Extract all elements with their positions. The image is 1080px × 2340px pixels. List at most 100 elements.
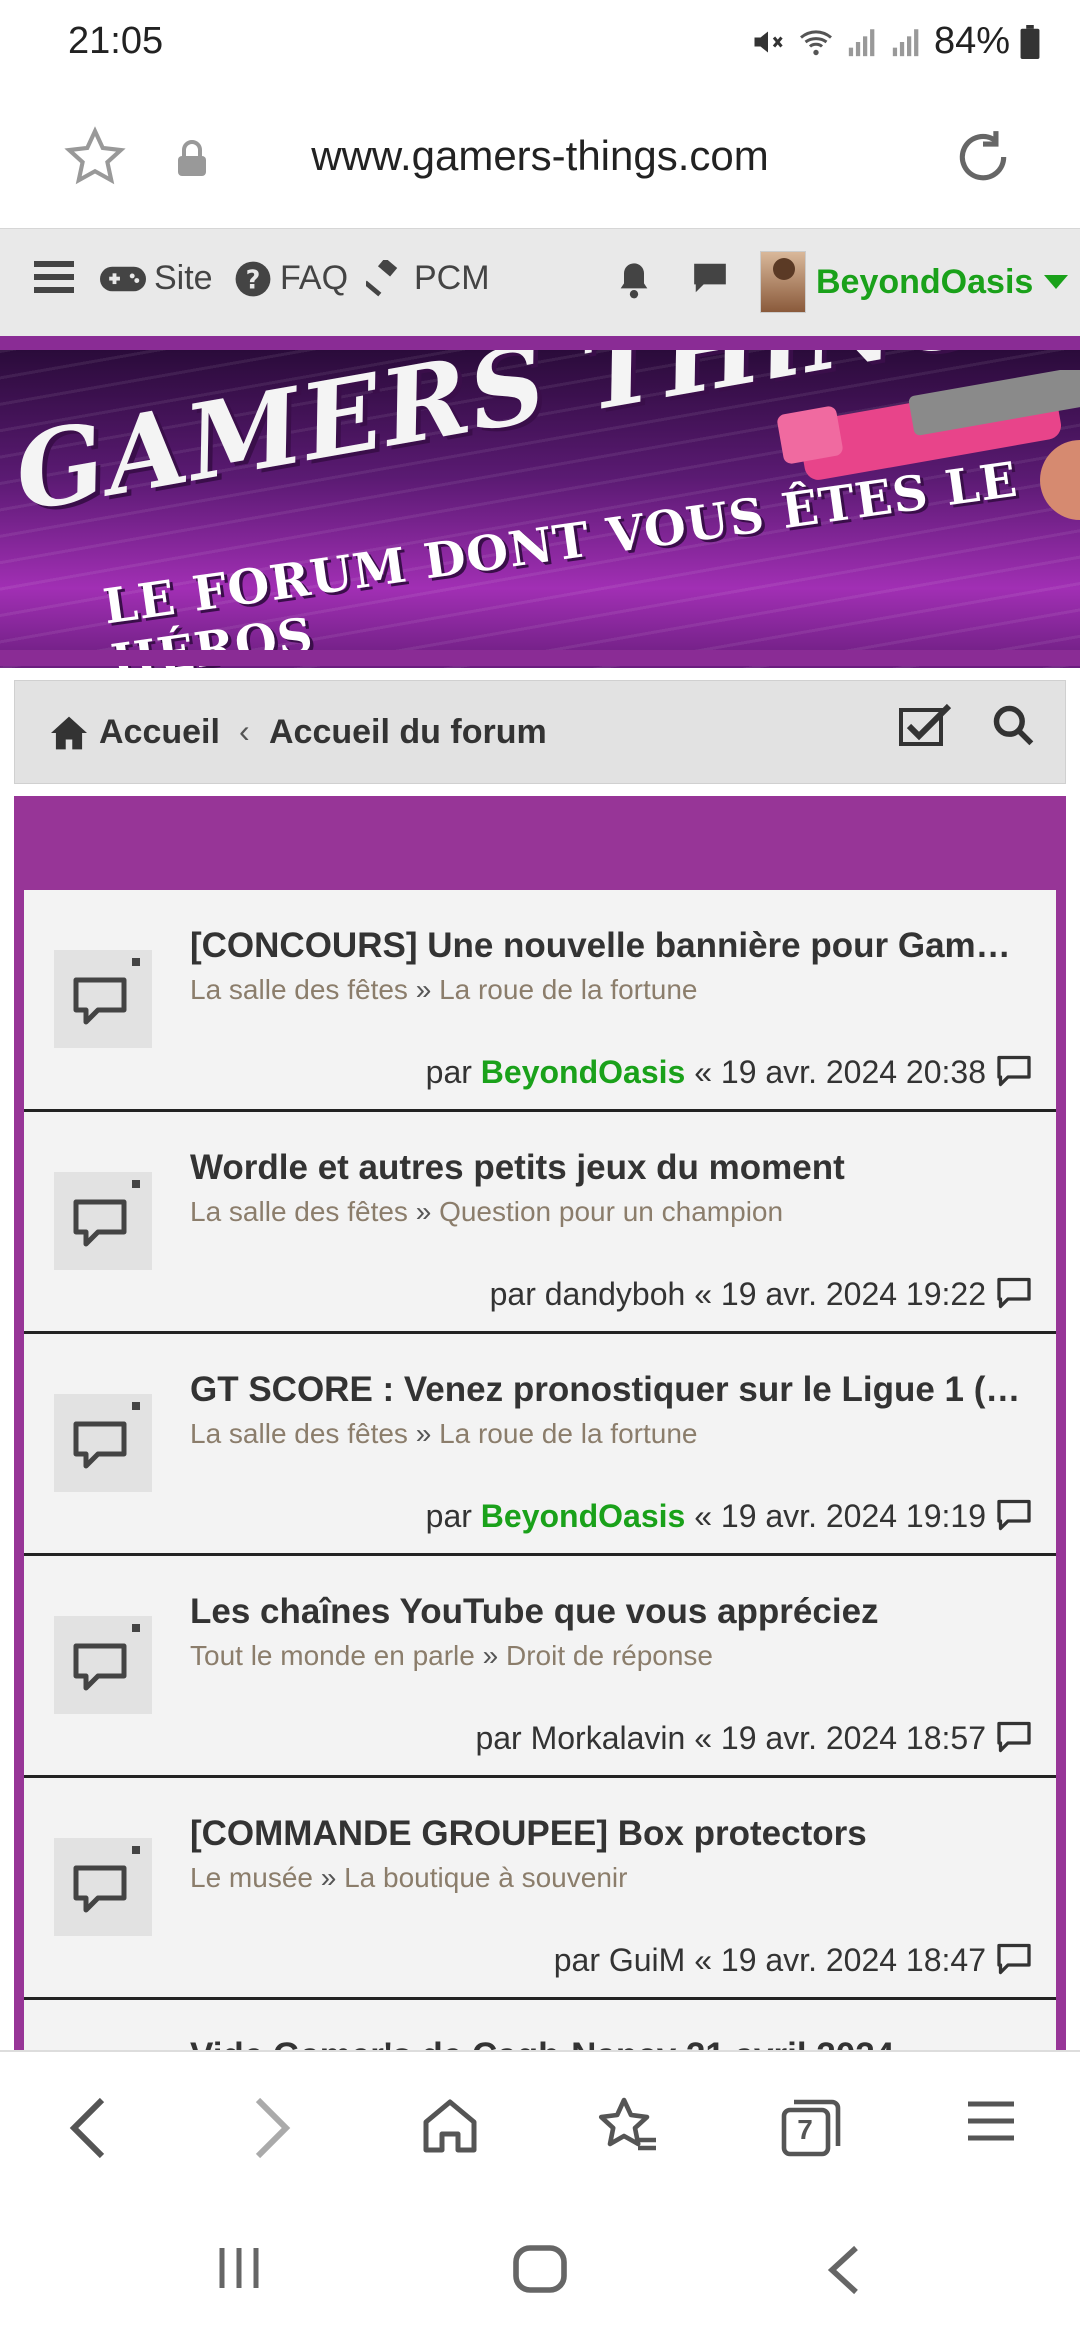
breadcrumb-separator: ‹ xyxy=(239,713,250,749)
topic-path: Le musée » La boutique à souvenir xyxy=(190,1862,628,1893)
browser-menu-icon[interactable] xyxy=(966,2096,1016,2146)
recent-apps-icon[interactable] xyxy=(216,2244,262,2292)
topic-title[interactable]: GT SCORE : Venez pronostiquer sur le Lig… xyxy=(190,1370,1030,1410)
panel-header xyxy=(14,796,1066,890)
breadcrumb-home-label: Accueil xyxy=(99,713,220,751)
home-icon xyxy=(51,716,87,749)
gamepad-icon xyxy=(100,266,146,291)
topic-last-post: par BeyondOasis « 19 avr. 2024 20:38 xyxy=(425,1054,986,1090)
topic-last-post: par Morkalavin « 19 avr. 2024 18:57 xyxy=(475,1720,986,1756)
topic-date: « 19 avr. 2024 18:47 xyxy=(694,1942,986,1978)
signal-icon xyxy=(848,28,875,56)
topic-author[interactable]: GuiM xyxy=(609,1942,685,1978)
topic-row[interactable]: GT SCORE : Venez pronostiquer sur le Lig… xyxy=(24,1334,1056,1556)
signal-icon-2 xyxy=(892,28,919,56)
topic-author[interactable]: dandyboh xyxy=(545,1276,686,1312)
topic-subforum-link[interactable]: La roue de la fortune xyxy=(439,1418,697,1449)
last-post-icon[interactable] xyxy=(996,1720,1032,1754)
topic-author[interactable]: BeyondOasis xyxy=(481,1498,686,1534)
notifications-button[interactable] xyxy=(614,259,654,301)
back-icon[interactable] xyxy=(66,2096,110,2160)
topic-subforum-link[interactable]: La roue de la fortune xyxy=(439,974,697,1005)
reload-icon[interactable] xyxy=(952,126,1014,188)
check-icon[interactable] xyxy=(899,703,951,749)
messages-button[interactable] xyxy=(690,259,730,297)
topic-subforum-link[interactable]: La boutique à souvenir xyxy=(344,1862,627,1893)
last-post-icon[interactable] xyxy=(996,1942,1032,1976)
topic-date: « 19 avr. 2024 18:57 xyxy=(694,1720,986,1756)
active-topics-panel: [CONCOURS] Une nouvelle bannière pour Ga… xyxy=(14,796,1066,2222)
chat-icon xyxy=(694,263,726,293)
topic-last-post: par BeyondOasis « 19 avr. 2024 19:19 xyxy=(425,1498,986,1534)
topic-forum-link[interactable]: La salle des fêtes xyxy=(190,974,408,1005)
topic-row[interactable]: Wordle et autres petits jeux du moment L… xyxy=(24,1112,1056,1334)
site-link[interactable]: Site xyxy=(100,259,213,298)
avatar xyxy=(760,251,806,313)
search-icon[interactable] xyxy=(991,703,1035,747)
browser-toolbar: 7 xyxy=(0,2050,1080,2200)
topic-row[interactable]: [CONCOURS] Une nouvelle bannière pour Ga… xyxy=(24,890,1056,1112)
topic-path: Tout le monde en parle » Droit de répons… xyxy=(190,1640,714,1671)
bookmarks-icon[interactable] xyxy=(596,2096,660,2158)
mute-icon xyxy=(754,31,783,52)
breadcrumb-forum-index-label: Accueil du forum xyxy=(269,713,547,751)
site-label: Site xyxy=(154,259,213,297)
username: BeyondOasis xyxy=(816,262,1034,301)
topic-bubble-icon xyxy=(54,1838,152,1936)
tabs-button[interactable]: 7 xyxy=(780,2096,842,2158)
topic-title[interactable]: Les chaînes YouTube que vous appréciez xyxy=(190,1592,1030,1632)
forward-icon[interactable] xyxy=(250,2096,294,2160)
topic-forum-link[interactable]: La salle des fêtes xyxy=(190,1196,408,1227)
topic-bubble-icon xyxy=(54,1616,152,1714)
topic-subforum-link[interactable]: Droit de réponse xyxy=(506,1640,713,1671)
browser-address-bar: www.gamers-things.com xyxy=(0,90,1080,228)
faq-link[interactable]: ? FAQ xyxy=(234,259,348,298)
status-time: 21:05 xyxy=(68,20,164,62)
status-bar: 21:05 84% xyxy=(0,0,1080,90)
system-back-icon[interactable] xyxy=(826,2244,862,2296)
topic-forum-link[interactable]: Le musée xyxy=(190,1862,313,1893)
pcm-link[interactable]: PCM xyxy=(366,259,490,298)
topic-bubble-icon xyxy=(54,950,152,1048)
last-post-icon[interactable] xyxy=(996,1498,1032,1532)
pcm-label: PCM xyxy=(414,259,490,297)
battery-percent: 84% xyxy=(933,20,1010,62)
topic-date: « 19 avr. 2024 20:38 xyxy=(694,1054,986,1090)
topic-row[interactable]: [COMMANDE GROUPEE] Box protectors Le mus… xyxy=(24,1778,1056,2000)
browser-home-icon[interactable] xyxy=(420,2096,480,2156)
user-menu[interactable]: BeyondOasis xyxy=(760,251,1069,313)
status-icons: 84% xyxy=(750,20,1040,63)
forum-navbar: Site ? FAQ PCM BeyondOasis xyxy=(0,228,1080,336)
gavel-icon xyxy=(366,259,398,296)
breadcrumb-tools xyxy=(899,703,1035,749)
topic-last-post: par GuiM « 19 avr. 2024 18:47 xyxy=(553,1942,986,1978)
topic-last-post: par dandyboh « 19 avr. 2024 19:22 xyxy=(489,1276,986,1312)
topic-title[interactable]: Wordle et autres petits jeux du moment xyxy=(190,1148,1030,1188)
last-post-icon[interactable] xyxy=(996,1054,1032,1088)
topic-list: [CONCOURS] Une nouvelle bannière pour Ga… xyxy=(24,890,1056,2222)
tab-count: 7 xyxy=(797,2114,813,2145)
system-home-icon[interactable] xyxy=(512,2244,568,2294)
forum-banner[interactable]: GAMERS THiNGS LE FORUM DONT VOUS ÊTES LE… xyxy=(0,350,1080,668)
breadcrumb-forum-index[interactable]: Accueil du forum xyxy=(269,713,547,752)
header-divider xyxy=(0,336,1080,350)
bell-icon xyxy=(620,263,648,299)
wifi-icon xyxy=(799,29,832,55)
topic-title[interactable]: [COMMANDE GROUPEE] Box protectors xyxy=(190,1814,1030,1854)
topic-path: La salle des fêtes » La roue de la fortu… xyxy=(190,1418,698,1449)
topic-date: « 19 avr. 2024 19:22 xyxy=(694,1276,986,1312)
last-post-icon[interactable] xyxy=(996,1276,1032,1310)
topic-row[interactable]: Les chaînes YouTube que vous appréciez T… xyxy=(24,1556,1056,1778)
url-field[interactable]: www.gamers-things.com xyxy=(0,132,1080,180)
topic-author[interactable]: Morkalavin xyxy=(531,1720,686,1756)
breadcrumb-home[interactable]: Accueil xyxy=(49,713,220,752)
topic-forum-link[interactable]: La salle des fêtes xyxy=(190,1418,408,1449)
topic-subforum-link[interactable]: Question pour un champion xyxy=(439,1196,783,1227)
question-icon: ? xyxy=(235,261,271,296)
faq-label: FAQ xyxy=(280,259,349,297)
topic-author[interactable]: BeyondOasis xyxy=(481,1054,686,1090)
battery-icon xyxy=(1020,24,1040,59)
menu-button[interactable] xyxy=(34,259,74,295)
topic-title[interactable]: [CONCOURS] Une nouvelle bannière pour Ga… xyxy=(190,926,1030,966)
topic-forum-link[interactable]: Tout le monde en parle xyxy=(190,1640,475,1671)
